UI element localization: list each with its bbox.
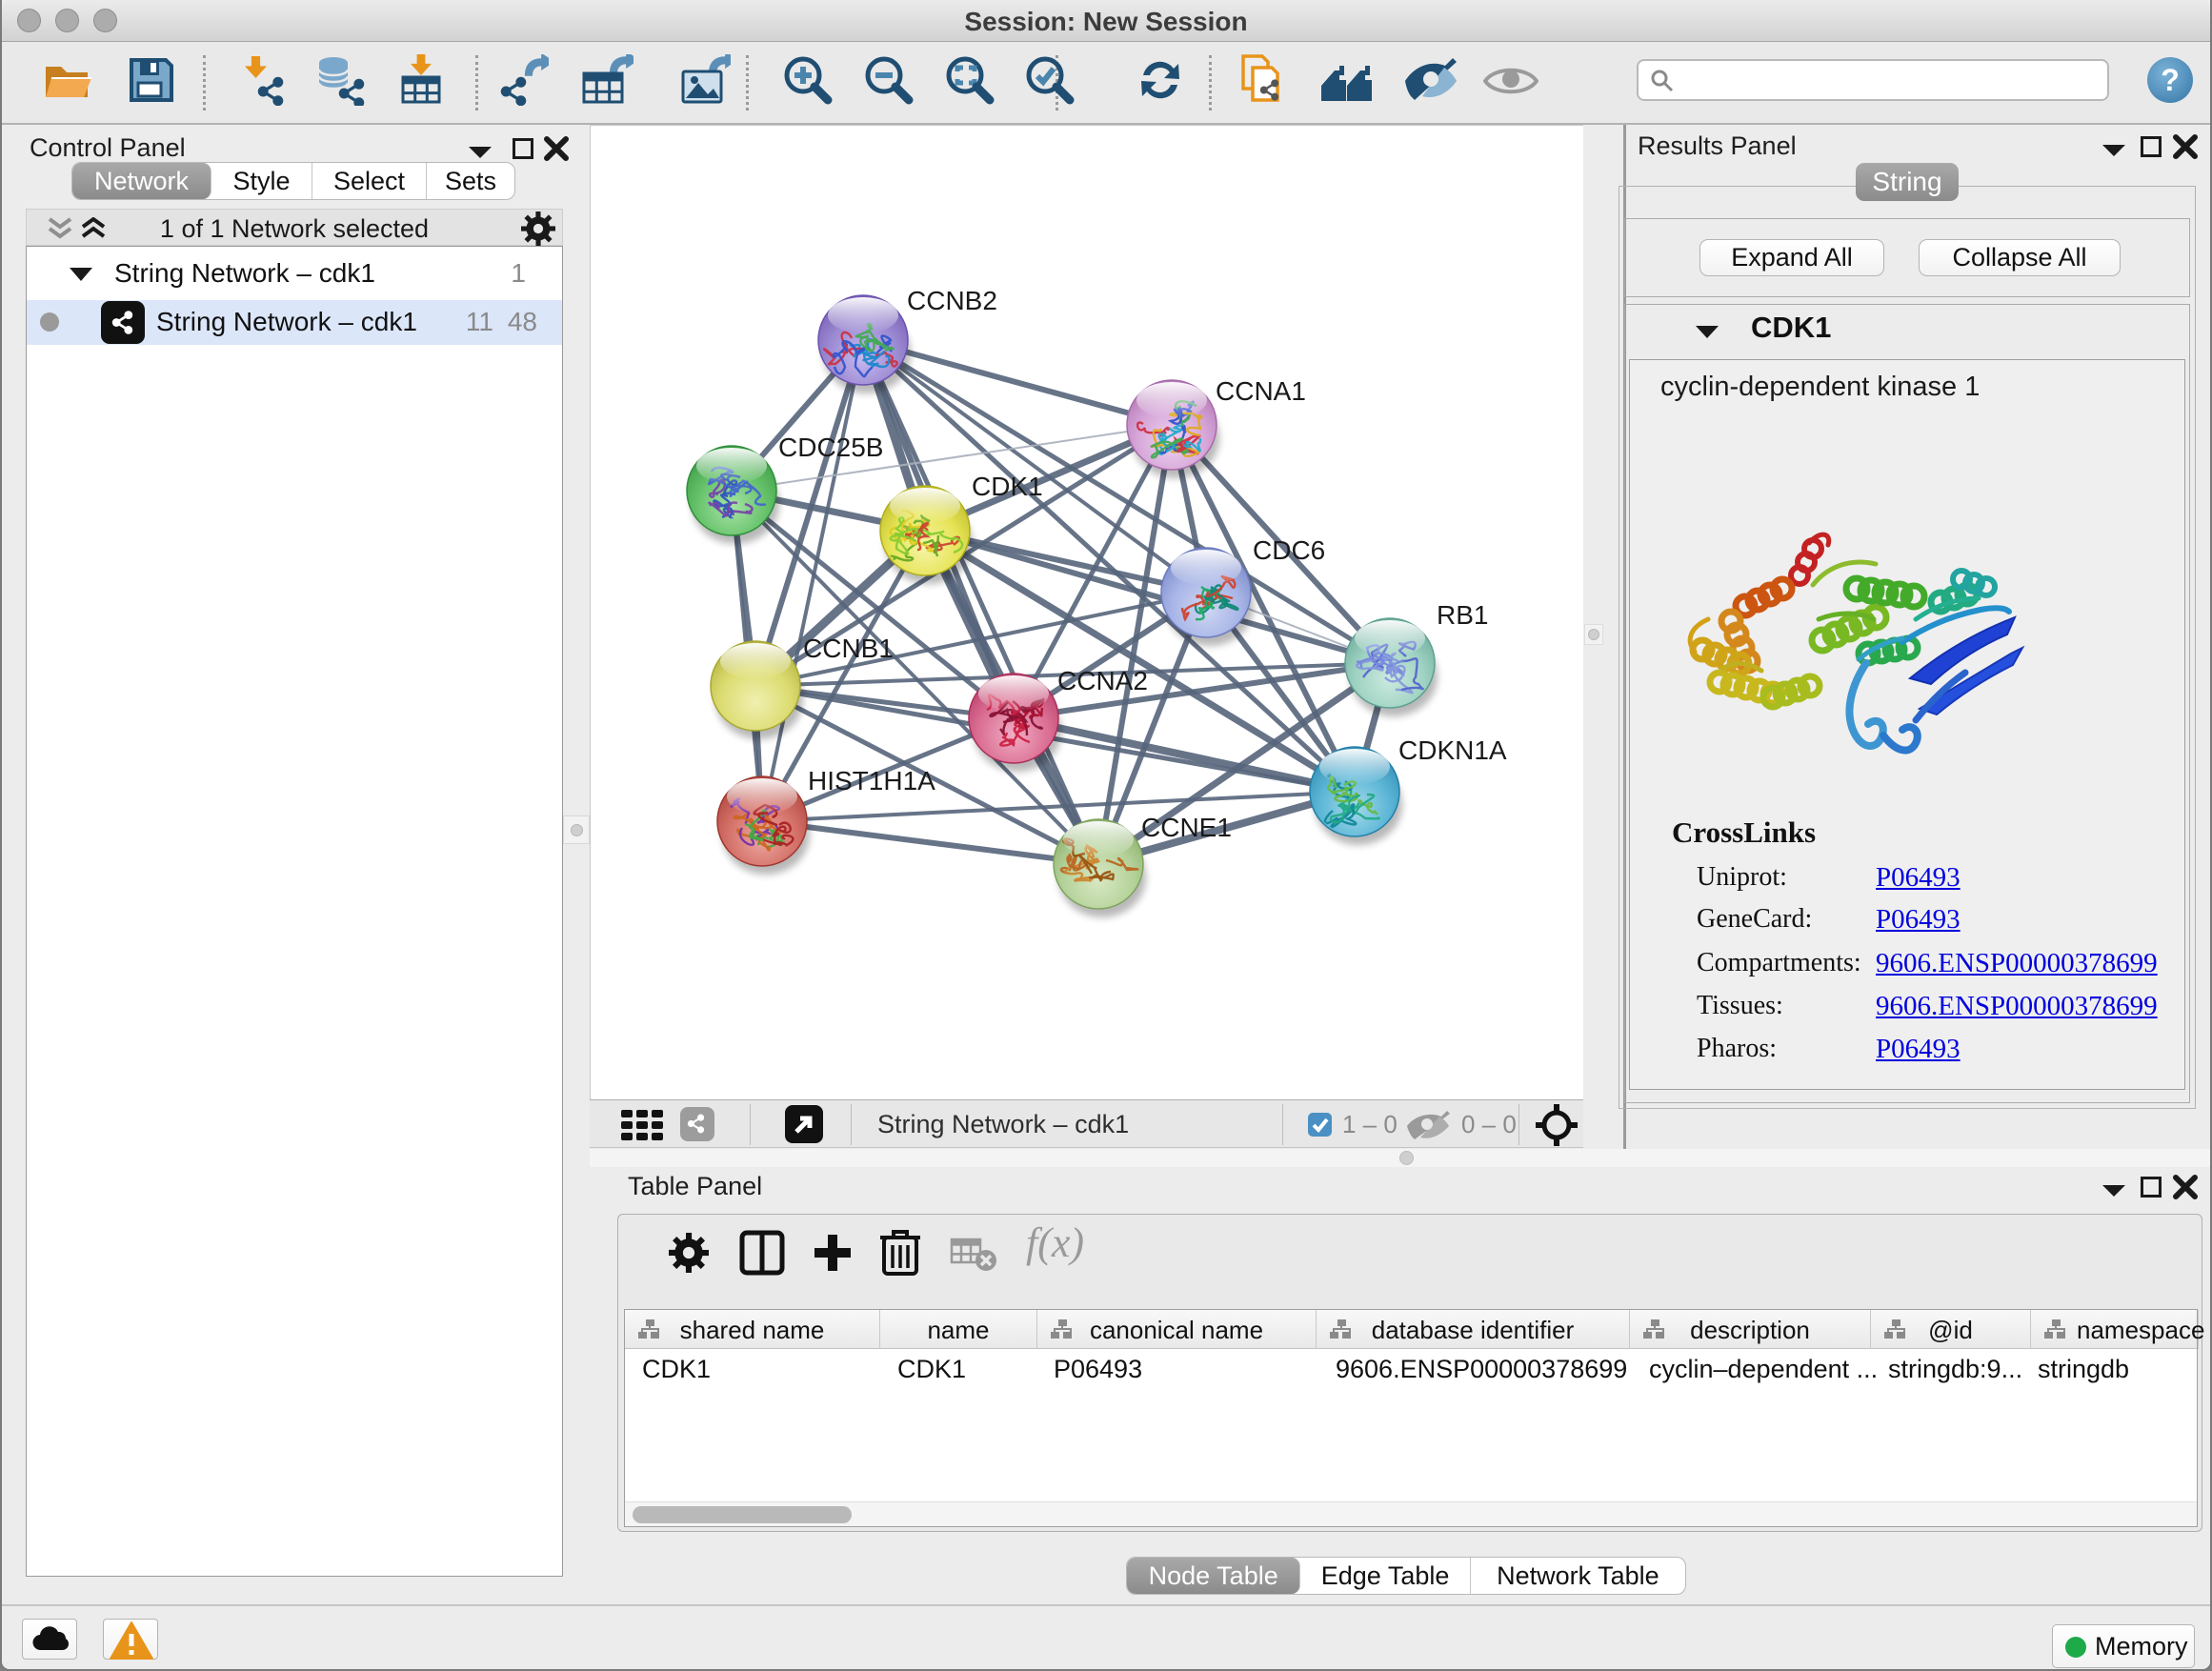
- svg-text:CDC6: CDC6: [1253, 535, 1325, 565]
- svg-text:CCNA1: CCNA1: [1216, 376, 1306, 406]
- svg-text:CCNE1: CCNE1: [1141, 813, 1232, 842]
- svg-text:RB1: RB1: [1437, 600, 1488, 630]
- svg-text:CCNB2: CCNB2: [907, 286, 997, 315]
- svg-text:CDKN1A: CDKN1A: [1398, 735, 1507, 765]
- svg-text:CCNA2: CCNA2: [1057, 666, 1148, 695]
- svg-text:HIST1H1A: HIST1H1A: [808, 766, 935, 795]
- svg-text:?: ?: [2161, 63, 2180, 97]
- svg-text:CDC25B: CDC25B: [778, 433, 883, 462]
- svg-text:CDK1: CDK1: [972, 472, 1043, 501]
- svg-text:CCNB1: CCNB1: [803, 634, 894, 663]
